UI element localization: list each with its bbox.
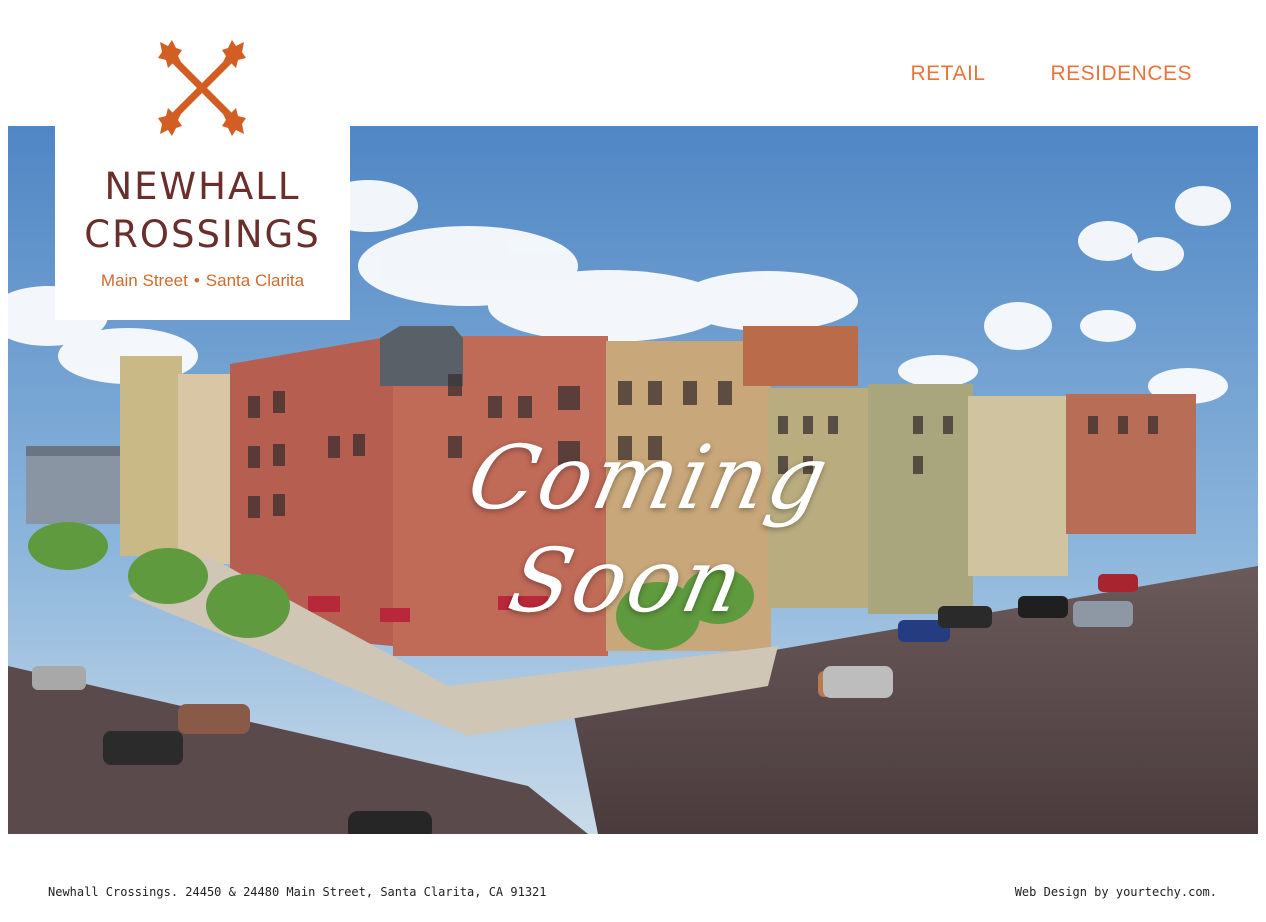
coming-soon-heading: Coming Soon bbox=[459, 426, 839, 632]
brand-street: Main Street bbox=[100, 271, 188, 290]
footer-credit[interactable]: Web Design by yourtechy.com. bbox=[1015, 885, 1217, 899]
brand-separator: • bbox=[193, 271, 200, 290]
nav-retail-link[interactable]: RETAIL bbox=[911, 62, 986, 86]
main-nav: RETAIL RESIDENCES bbox=[911, 62, 1193, 86]
brand-city: Santa Clarita bbox=[205, 271, 305, 290]
brand-subtitle: Main Street • Santa Clarita bbox=[55, 271, 350, 291]
brand-title-line2: CROSSINGS bbox=[84, 213, 321, 256]
footer-address: Newhall Crossings. 24450 & 24480 Main St… bbox=[48, 885, 547, 899]
nav-residences-link[interactable]: RESIDENCES bbox=[1050, 62, 1192, 86]
brand-title-line1: NEWHALL bbox=[104, 165, 301, 208]
crossed-oak-branches-icon bbox=[150, 36, 254, 145]
